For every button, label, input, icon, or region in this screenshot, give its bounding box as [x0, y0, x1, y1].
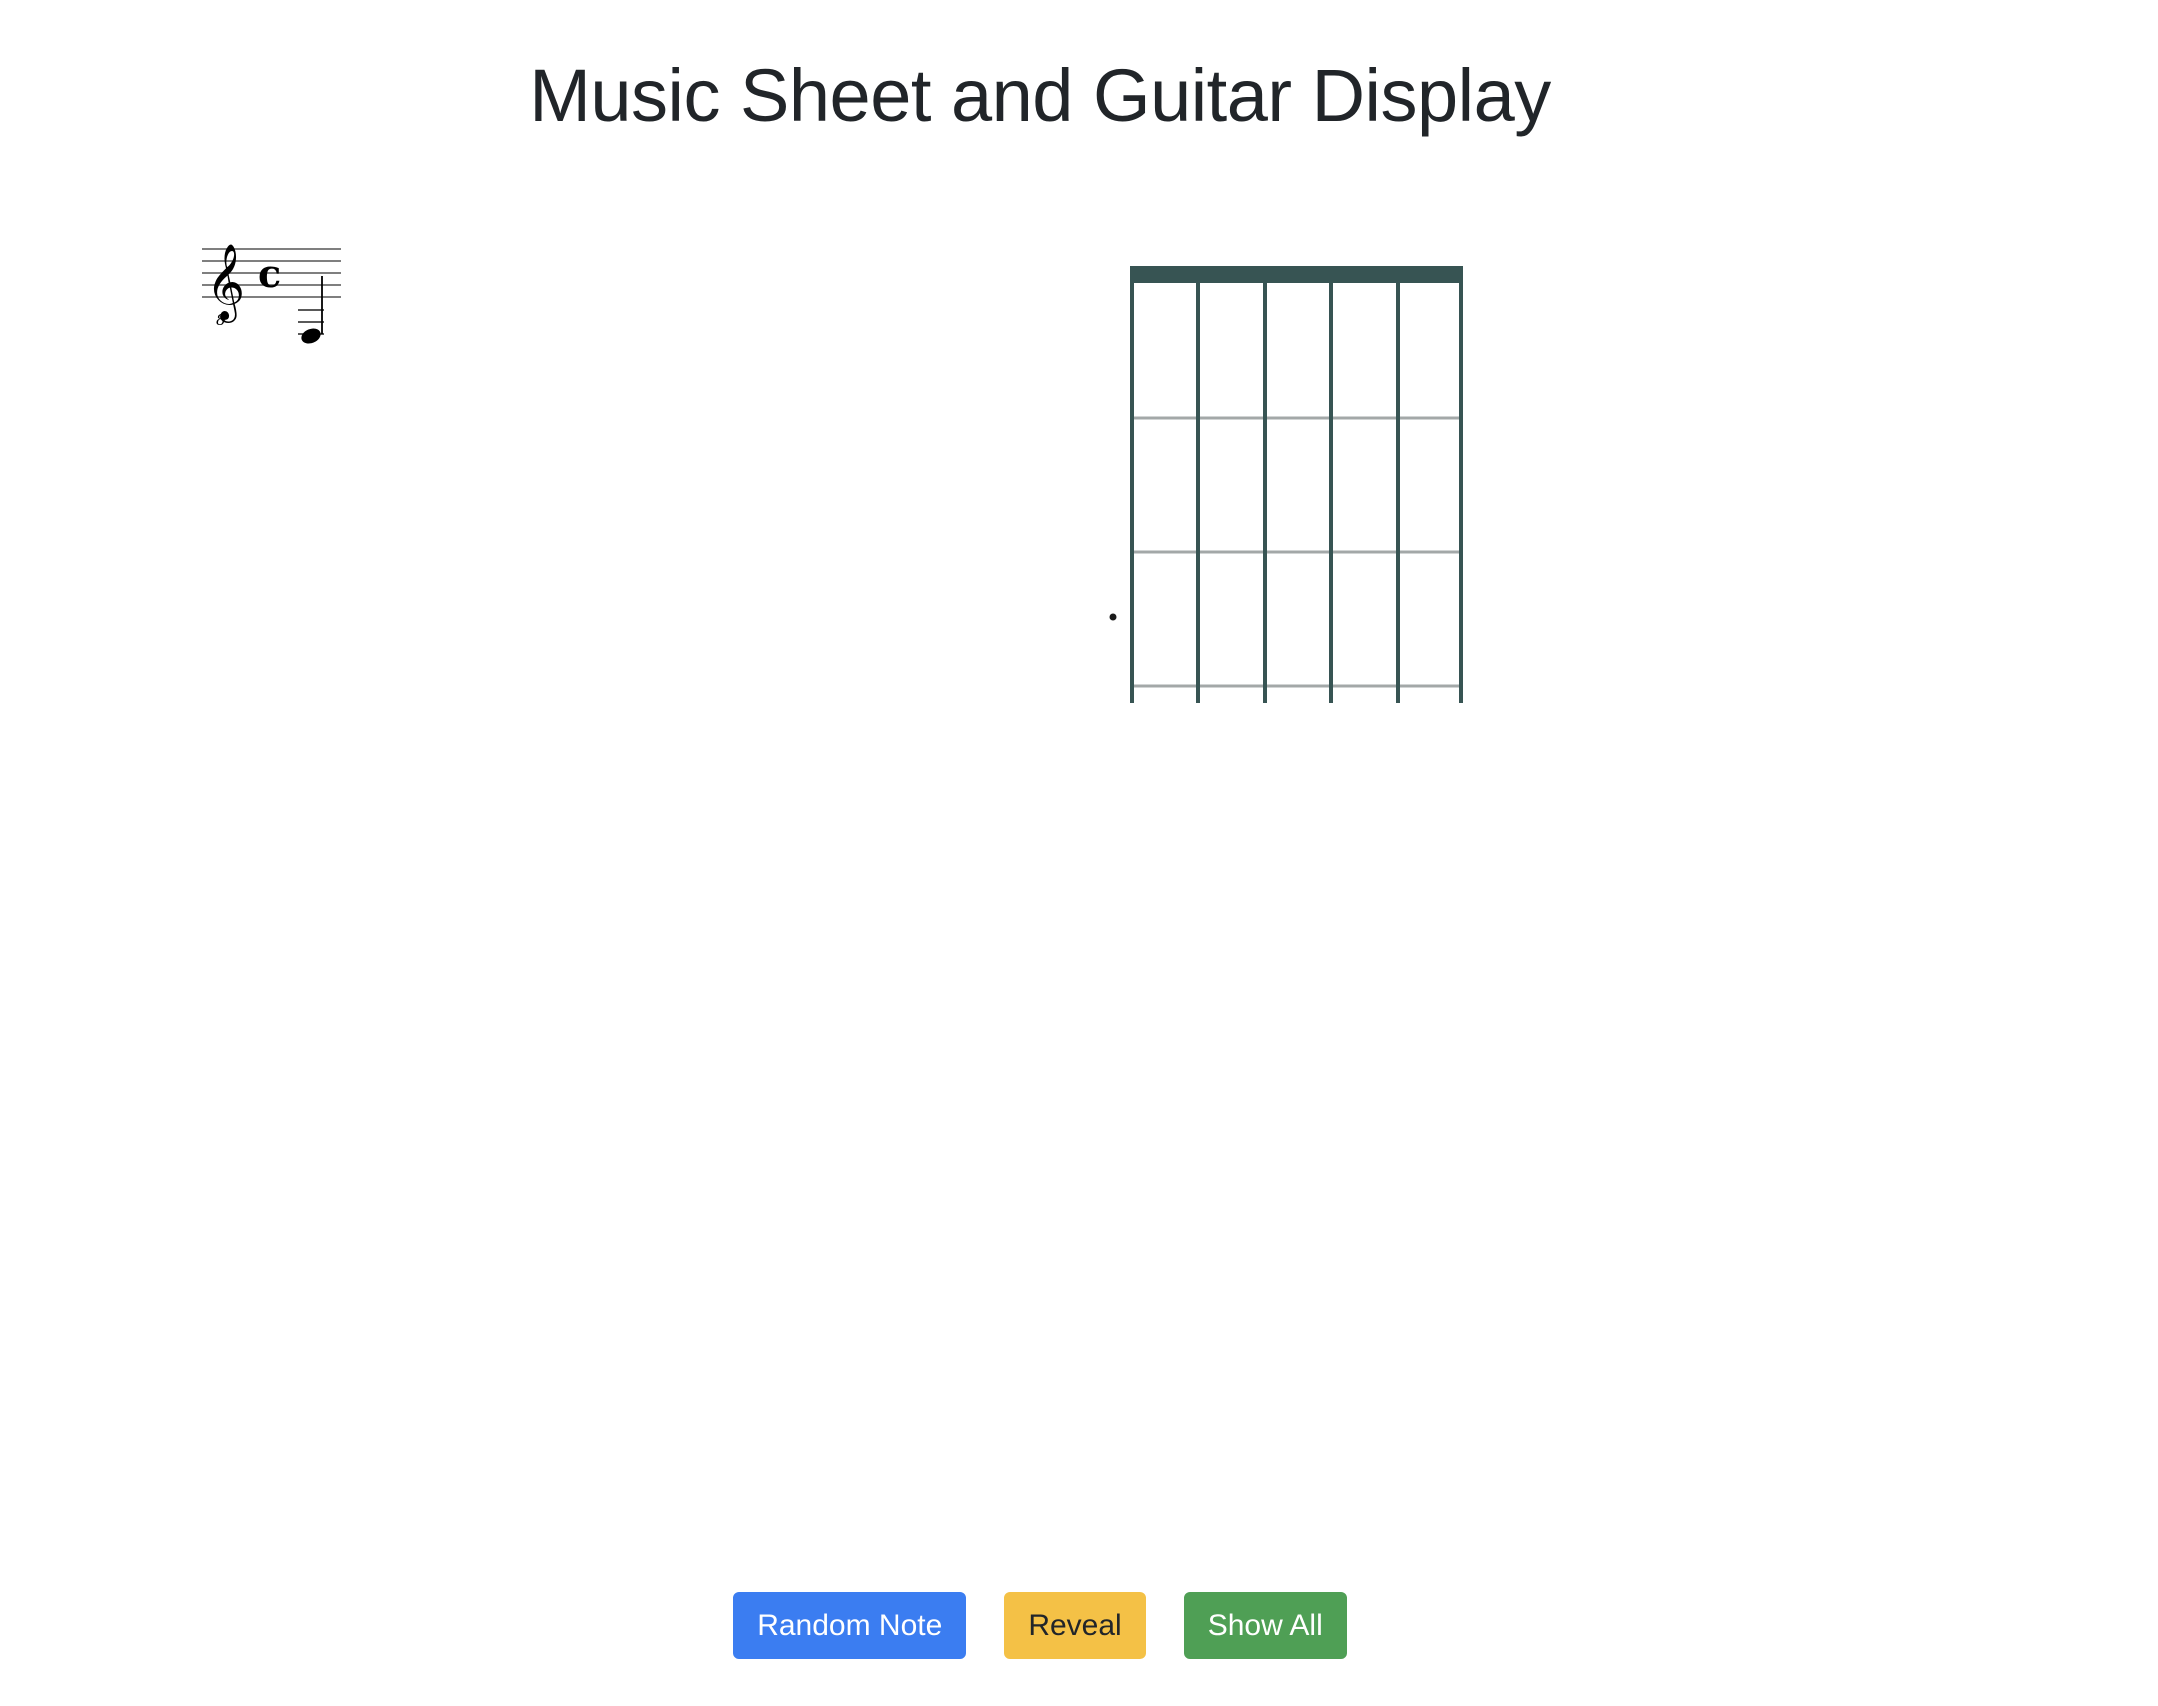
fret-marker-dot — [1109, 613, 1117, 621]
action-buttons: Random Note Reveal Show All — [0, 1592, 2080, 1659]
page-title: Music Sheet and Guitar Display — [529, 54, 1551, 137]
fretboard-diagram — [1109, 266, 1463, 703]
octave-8-marker: 8 — [216, 311, 226, 329]
note-head — [301, 328, 321, 344]
reveal-button[interactable]: Reveal — [1004, 1592, 1146, 1659]
random-note-button[interactable]: Random Note — [733, 1592, 967, 1659]
music-sheet: 𝄞 8 c — [196, 222, 346, 352]
music-staff: 𝄞 8 c — [202, 243, 341, 344]
guitar-fretboard — [1095, 258, 1465, 703]
common-time-icon: c — [258, 251, 281, 296]
show-all-button[interactable]: Show All — [1183, 1592, 1347, 1659]
fretboard-nut — [1130, 266, 1463, 283]
